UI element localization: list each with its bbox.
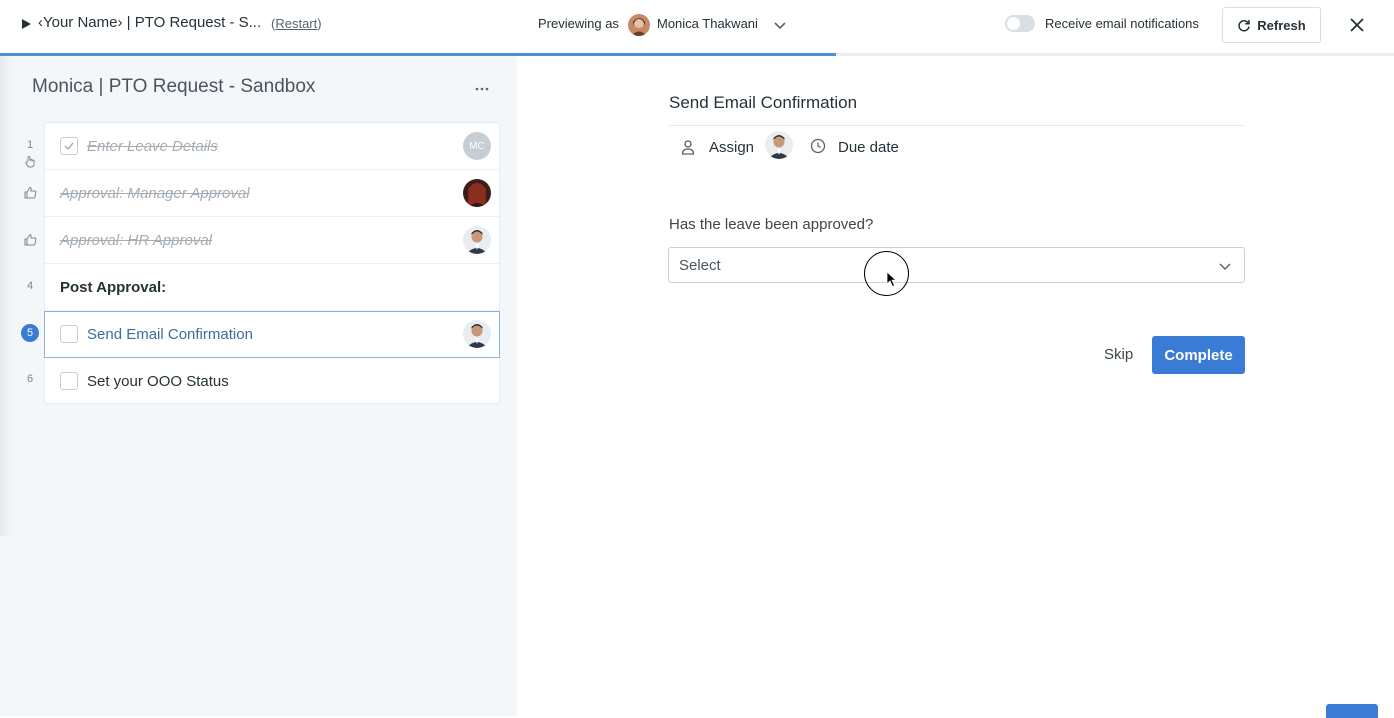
task-label: Enter Leave Details	[87, 138, 218, 155]
top-bar: ‹Your Name› | PTO Request - S... (Restar…	[0, 0, 1394, 56]
skip-button[interactable]: Skip	[1104, 346, 1133, 363]
task-row-post-approval-heading: Post Approval:	[45, 264, 499, 311]
task-label: Set your OOO Status	[87, 373, 229, 390]
chevron-down-icon[interactable]	[773, 18, 787, 32]
task-checkbox[interactable]	[60, 325, 78, 343]
task-title: Send Email Confirmation	[669, 93, 858, 112]
due-date-button[interactable]: Due date	[838, 139, 899, 156]
avatar	[463, 320, 491, 348]
sidebar-shadow	[0, 56, 14, 536]
thumbs-up-icon	[24, 186, 37, 199]
hand-pointer-icon	[25, 156, 35, 168]
clock-icon[interactable]	[810, 138, 826, 154]
previewing-label: Previewing as	[538, 16, 619, 31]
approval-select[interactable]: Select	[668, 247, 1245, 283]
task-number-1: 1	[26, 139, 34, 151]
task-number-4: 4	[26, 280, 34, 292]
restart-close-paren: )	[317, 16, 322, 31]
task-checkbox-checked[interactable]	[60, 137, 78, 155]
task-list: Enter Leave Details MC Approval: Manager…	[44, 122, 500, 404]
assign-button[interactable]: Assign	[709, 139, 754, 156]
email-notifications-label: Receive email notifications	[1045, 16, 1199, 31]
task-label: Approval: HR Approval	[60, 232, 213, 249]
task-number-6: 6	[26, 373, 34, 385]
mouse-cursor-icon	[886, 271, 897, 288]
avatar	[463, 179, 491, 207]
refresh-icon	[1238, 20, 1251, 32]
task-section-heading: Post Approval:	[60, 279, 167, 296]
user-icon[interactable]	[680, 139, 696, 155]
task-label: Send Email Confirmation	[87, 326, 253, 343]
refresh-button-label: Refresh	[1257, 17, 1306, 33]
task-row-hr-approval[interactable]: Approval: HR Approval	[45, 217, 499, 264]
refresh-button[interactable]: Refresh	[1222, 7, 1321, 43]
play-icon[interactable]	[19, 17, 33, 31]
thumbs-up-icon	[24, 233, 37, 246]
preview-user-name[interactable]: Monica Thakwani	[657, 16, 758, 31]
restart-link-wrapper[interactable]: (Restart)	[271, 16, 322, 31]
workflow-run-title: ‹Your Name› | PTO Request - S...	[38, 14, 262, 31]
task-row-manager-approval[interactable]: Approval: Manager Approval	[45, 170, 499, 217]
divider	[669, 125, 1245, 126]
assignee-avatar[interactable]	[765, 131, 793, 159]
assignee-initials-badge: MC	[463, 132, 491, 160]
task-row-enter-leave-details[interactable]: Enter Leave Details MC	[45, 123, 499, 170]
close-icon[interactable]	[1346, 14, 1368, 36]
restart-link[interactable]: Restart	[275, 16, 317, 31]
task-label: Approval: Manager Approval	[60, 185, 250, 202]
workflow-title: Monica | PTO Request - Sandbox	[32, 76, 316, 97]
more-options-icon[interactable]	[474, 86, 490, 92]
form-question-label: Has the leave been approved?	[669, 216, 874, 233]
task-row-set-ooo-status[interactable]: Set your OOO Status	[45, 358, 499, 405]
chevron-down-icon	[1219, 263, 1231, 271]
current-task-badge: 5	[21, 324, 39, 342]
avatar	[463, 226, 491, 254]
preview-user-avatar[interactable]	[628, 14, 650, 36]
complete-button[interactable]: Complete	[1152, 336, 1245, 374]
task-checkbox[interactable]	[60, 372, 78, 390]
task-row-send-email-confirmation[interactable]: Send Email Confirmation	[44, 311, 500, 358]
select-value: Select	[679, 257, 721, 274]
email-notifications-toggle[interactable]	[1005, 15, 1035, 32]
